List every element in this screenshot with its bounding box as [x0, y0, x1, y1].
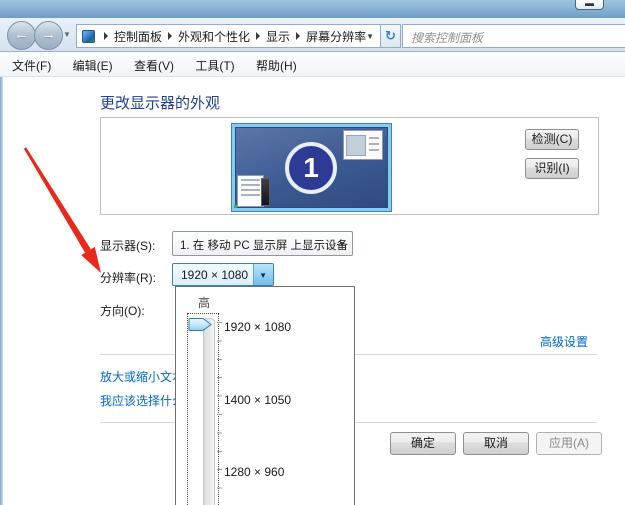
chevron-down-icon: ▼	[259, 271, 267, 280]
menu-help[interactable]: 帮助(H)	[247, 57, 306, 74]
resolution-dropdown-panel: 高 1920 × 1080 1400 × 1050 1280 × 960	[175, 286, 355, 505]
back-arrow-icon: ←	[14, 26, 29, 43]
page-title: 更改显示器的外观	[100, 92, 220, 113]
resolution-select[interactable]: 1920 × 1080 ▼	[172, 263, 274, 286]
resolution-select-value: 1920 × 1080	[181, 268, 248, 282]
monitor-thumbnail-window	[343, 130, 383, 160]
minimize-icon: ▬	[585, 0, 594, 8]
resolution-option[interactable]: 1400 × 1050	[224, 393, 291, 407]
display-select[interactable]: 1. 在 移动 PC 显示屏 上显示设备 ▼	[172, 231, 353, 256]
monitor-number-badge: 1	[285, 142, 337, 194]
identify-button[interactable]: 识别(I)	[525, 158, 579, 179]
breadcrumb-control-panel[interactable]: 控制面板	[114, 28, 162, 45]
history-chevron-icon[interactable]: ▼	[63, 30, 71, 39]
help-link[interactable]: 我应该选择什么	[100, 392, 184, 409]
apply-button: 应用(A)	[536, 432, 602, 455]
breadcrumb-display[interactable]: 显示	[266, 28, 290, 45]
chevron-down-icon: ▼	[338, 240, 346, 249]
orientation-label: 方向(O):	[100, 302, 145, 319]
search-input[interactable]: 搜索控制面板	[402, 24, 625, 48]
resolution-option[interactable]: 1920 × 1080	[224, 320, 291, 334]
resize-text-link[interactable]: 放大或缩小文本	[100, 368, 184, 385]
window-titlebar	[0, 0, 625, 19]
display-label: 显示器(S):	[100, 237, 155, 254]
menu-edit[interactable]: 编辑(E)	[64, 57, 122, 74]
breadcrumb-separator-icon	[168, 32, 172, 40]
address-chevron-icon[interactable]: ▼	[366, 32, 374, 41]
address-bar[interactable]: 控制面板 外观和个性化 显示 屏幕分辨率 ▼	[76, 24, 381, 48]
menu-bar: 文件(F) 编辑(E) 查看(V) 工具(T) 帮助(H)	[0, 52, 625, 77]
advanced-settings-link[interactable]: 高级设置	[540, 333, 588, 350]
resolution-slider-track[interactable]	[203, 318, 215, 505]
display-select-value: 1. 在 移动 PC 显示屏 上显示设备	[180, 237, 348, 253]
monitor-start-dot	[234, 205, 237, 208]
back-button[interactable]: ←	[7, 21, 36, 50]
slider-ticks	[217, 322, 222, 502]
detect-button[interactable]: 检测(C)	[525, 129, 579, 150]
search-placeholder: 搜索控制面板	[411, 29, 625, 46]
window-left-border	[0, 18, 3, 505]
menu-tools[interactable]: 工具(T)	[186, 57, 243, 74]
breadcrumb-separator-icon	[256, 32, 260, 40]
forward-arrow-icon: →	[41, 26, 56, 43]
resolution-option[interactable]: 1280 × 960	[224, 465, 284, 479]
breadcrumb-screen-resolution[interactable]: 屏幕分辨率	[306, 28, 366, 45]
menu-view[interactable]: 查看(V)	[125, 57, 183, 74]
display-icon	[82, 30, 95, 43]
breadcrumb-separator-icon	[296, 32, 300, 40]
cancel-button[interactable]: 取消	[463, 432, 529, 455]
breadcrumb-separator-icon	[104, 32, 108, 40]
minimize-button[interactable]: ▬	[575, 0, 604, 10]
refresh-button[interactable]: ↻	[381, 24, 401, 48]
resolution-slider-thumb[interactable]	[188, 317, 214, 332]
breadcrumb-appearance[interactable]: 外观和个性化	[178, 28, 250, 45]
forward-button[interactable]: →	[34, 21, 63, 50]
resolution-label: 分辨率(R):	[100, 269, 156, 286]
ok-button[interactable]: 确定	[390, 432, 456, 455]
slider-high-label: 高	[198, 294, 210, 311]
refresh-icon: ↻	[385, 28, 396, 43]
screen-resolution-window: ▬ ← → ▼ 控制面板 外观和个性化 显示 屏幕分辨率 ▼ ↻ 搜索控制面板 …	[0, 0, 625, 505]
menu-file[interactable]: 文件(F)	[3, 57, 60, 74]
monitor-thumbnail-window	[237, 175, 264, 207]
